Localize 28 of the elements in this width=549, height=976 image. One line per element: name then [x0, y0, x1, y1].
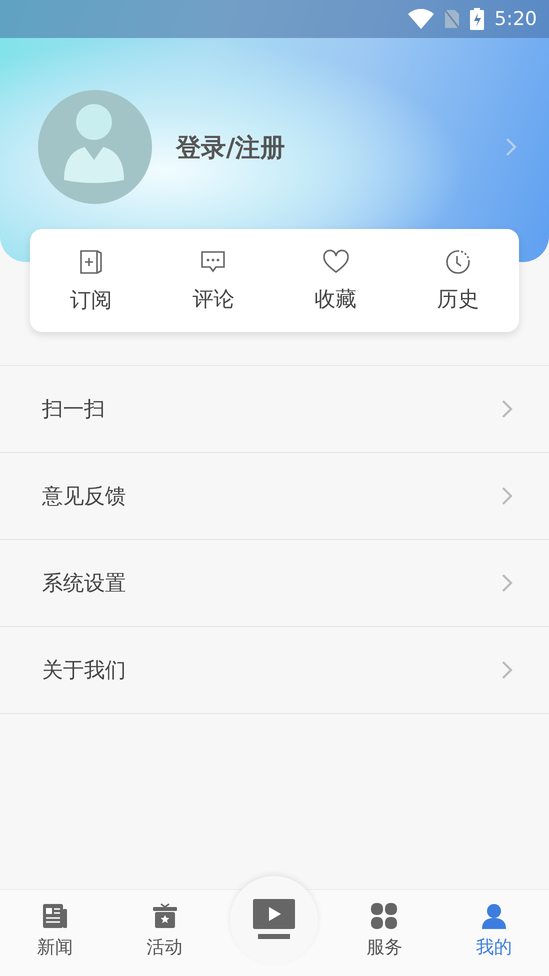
grid-icon	[371, 903, 398, 929]
heart-icon	[322, 248, 350, 274]
shortcut-button[interactable]: 历史	[396, 229, 519, 332]
avatar-icon	[38, 90, 152, 204]
gift-box-icon	[152, 903, 178, 929]
newspaper-icon	[42, 903, 68, 929]
tv-play-icon	[252, 899, 296, 941]
shortcut-button[interactable]: 订阅	[30, 229, 152, 332]
book-plus-icon	[78, 248, 104, 276]
nav-tab[interactable]: 我的	[439, 890, 549, 976]
person-icon	[481, 903, 508, 929]
clock-icon	[444, 248, 471, 274]
chevron-right-icon	[505, 137, 517, 157]
shortcut-button[interactable]: 收藏	[274, 229, 397, 332]
nav-tab[interactable]: 活动	[110, 890, 220, 976]
battery-charging-icon	[470, 8, 484, 30]
chevron-right-icon	[501, 399, 513, 419]
clock-time: 5:20	[494, 8, 537, 30]
comment-icon	[199, 248, 228, 274]
chevron-right-icon	[501, 573, 513, 593]
shortcut-button[interactable]: 评论	[152, 229, 274, 332]
chevron-right-icon	[501, 660, 513, 680]
nav-tab[interactable]: 新闻	[0, 890, 110, 976]
wifi-icon	[408, 9, 434, 29]
nav-tab[interactable]: 服务	[329, 890, 440, 976]
no-sim-icon	[444, 9, 460, 29]
login-link[interactable]: 登录/注册	[176, 130, 505, 164]
chevron-right-icon	[501, 486, 513, 506]
